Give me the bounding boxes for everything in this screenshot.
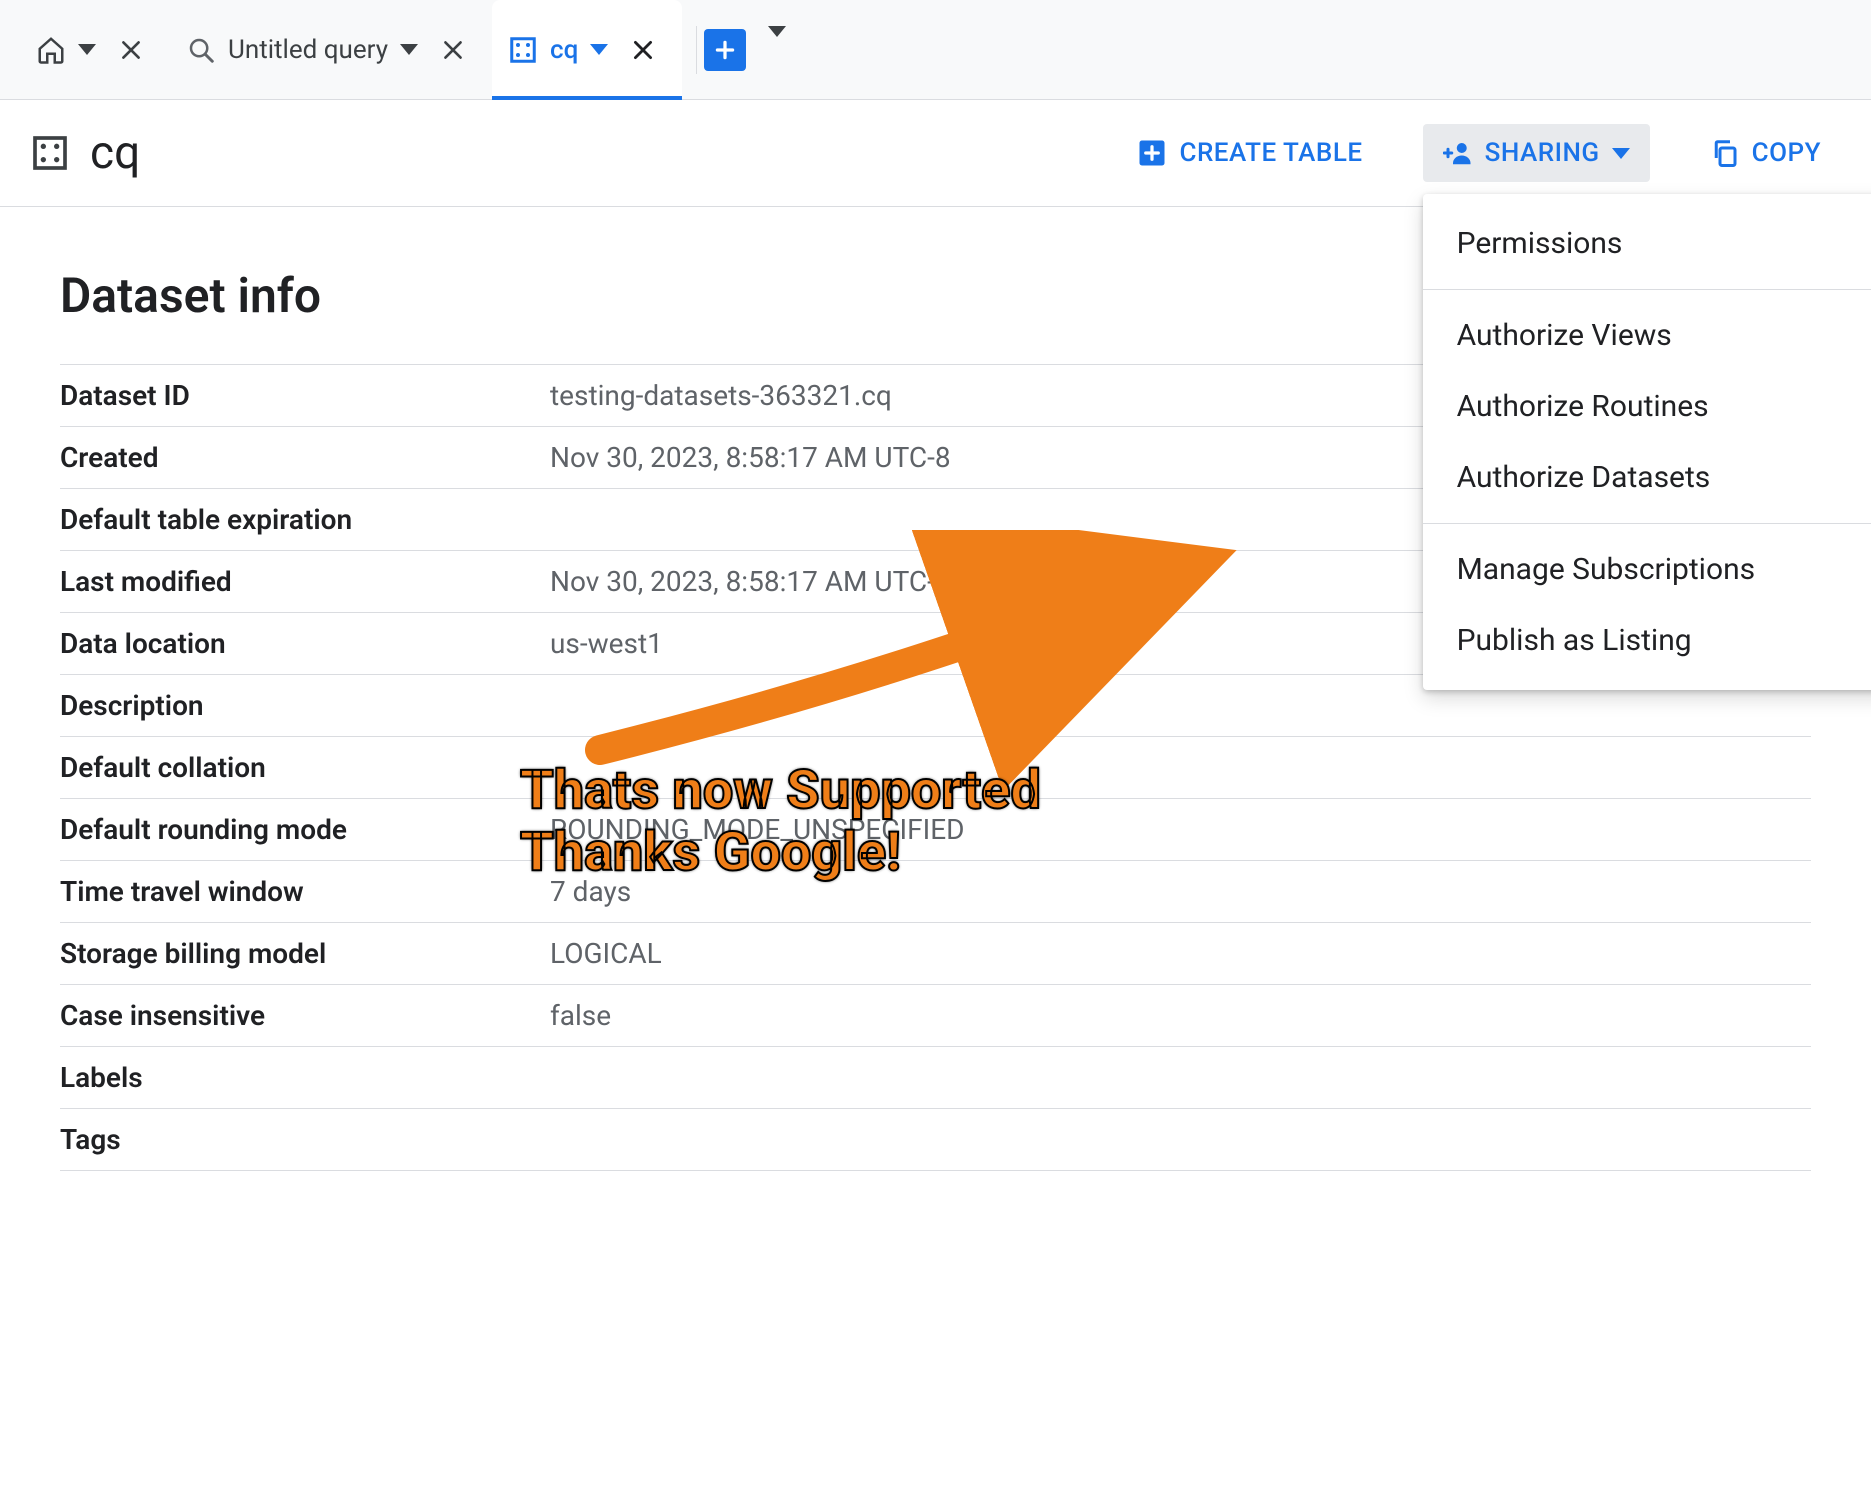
close-icon[interactable]: [438, 35, 468, 65]
person-add-icon: [1443, 138, 1473, 168]
sharing-button[interactable]: SHARING Permissions Authorize Views Auth…: [1423, 124, 1650, 182]
query-icon: [186, 35, 216, 65]
info-value: testing-datasets-363321.cq: [550, 379, 892, 412]
info-value: Nov 30, 2023, 8:58:17 AM UTC-8: [550, 565, 951, 598]
info-row: Default collation: [60, 737, 1811, 799]
menu-permissions[interactable]: Permissions: [1423, 208, 1871, 279]
tab-query[interactable]: Untitled query: [170, 0, 492, 99]
tab-dataset[interactable]: cq: [492, 0, 682, 99]
copy-button[interactable]: COPY: [1690, 124, 1841, 182]
info-value: 7 days: [550, 875, 631, 908]
info-row: Labels: [60, 1047, 1811, 1109]
info-label: Default table expiration: [60, 503, 550, 536]
sharing-dropdown: Permissions Authorize Views Authorize Ro…: [1423, 194, 1871, 690]
info-label: Default collation: [60, 751, 550, 784]
dataset-icon: [508, 35, 538, 65]
info-row: Default rounding modeROUNDING_MODE_UNSPE…: [60, 799, 1811, 861]
dataset-icon: [30, 133, 70, 173]
info-label: Created: [60, 441, 550, 474]
close-icon[interactable]: [628, 35, 658, 65]
tab-bar: Untitled query cq: [0, 0, 1871, 100]
menu-publish-as-listing[interactable]: Publish as Listing: [1423, 605, 1871, 676]
info-row: Case insensitivefalse: [60, 985, 1811, 1047]
info-label: Tags: [60, 1123, 550, 1156]
chevron-down-icon[interactable]: [78, 44, 96, 55]
tab-divider: [696, 26, 697, 74]
page-title: cq: [90, 126, 140, 180]
chevron-down-icon: [1612, 148, 1630, 159]
info-label: Dataset ID: [60, 379, 550, 412]
info-label: Case insensitive: [60, 999, 550, 1032]
home-icon: [36, 35, 66, 65]
tab-dataset-label: cq: [550, 35, 578, 65]
info-label: Default rounding mode: [60, 813, 550, 846]
info-value: ROUNDING_MODE_UNSPECIFIED: [550, 813, 965, 846]
info-row: Storage billing modelLOGICAL: [60, 923, 1811, 985]
info-value: us-west1: [550, 627, 663, 660]
info-label: Labels: [60, 1061, 550, 1094]
info-value: Nov 30, 2023, 8:58:17 AM UTC-8: [550, 441, 951, 474]
sharing-label: SHARING: [1485, 138, 1600, 168]
tab-home[interactable]: [20, 0, 170, 99]
info-label: Data location: [60, 627, 550, 660]
info-label: Storage billing model: [60, 937, 550, 970]
info-row: Time travel window7 days: [60, 861, 1811, 923]
new-tab-button[interactable]: [704, 29, 746, 71]
new-tab-dropdown[interactable]: [768, 37, 786, 62]
create-table-label: CREATE TABLE: [1179, 138, 1362, 168]
chevron-down-icon[interactable]: [590, 44, 608, 55]
menu-authorize-routines[interactable]: Authorize Routines: [1423, 371, 1871, 442]
info-label: Description: [60, 689, 550, 722]
menu-authorize-views[interactable]: Authorize Views: [1423, 300, 1871, 371]
info-value: LOGICAL: [550, 937, 662, 970]
plus-box-icon: [1137, 138, 1167, 168]
info-label: Last modified: [60, 565, 550, 598]
copy-icon: [1710, 138, 1740, 168]
info-value: false: [550, 999, 611, 1032]
divider: [1423, 289, 1871, 290]
menu-authorize-datasets[interactable]: Authorize Datasets: [1423, 442, 1871, 513]
divider: [1423, 523, 1871, 524]
close-icon[interactable]: [116, 35, 146, 65]
tab-query-label: Untitled query: [228, 35, 388, 65]
create-table-button[interactable]: CREATE TABLE: [1117, 124, 1382, 182]
info-label: Time travel window: [60, 875, 550, 908]
info-row: Tags: [60, 1109, 1811, 1171]
dataset-header: cq CREATE TABLE SHARING Permissions Auth…: [0, 100, 1871, 207]
chevron-down-icon[interactable]: [400, 44, 418, 55]
copy-label: COPY: [1752, 138, 1821, 168]
menu-manage-subscriptions[interactable]: Manage Subscriptions: [1423, 534, 1871, 605]
